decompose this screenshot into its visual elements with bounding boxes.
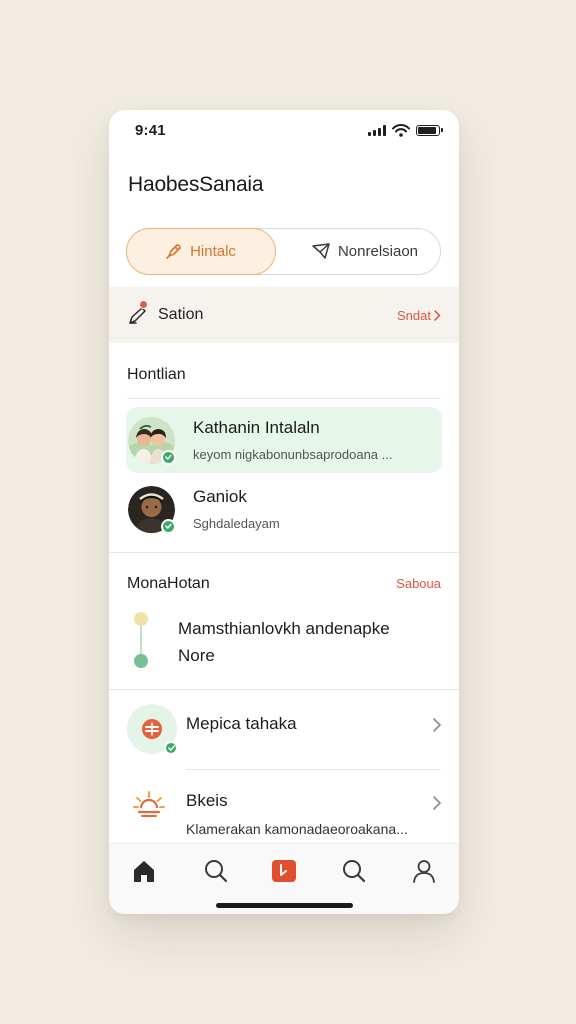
moments-link[interactable]: Saboua	[396, 576, 441, 591]
online-check-icon	[161, 449, 176, 465]
pen-icon[interactable]	[127, 300, 149, 326]
section-bar-title: Sation	[158, 306, 204, 323]
sun-icon	[131, 788, 167, 824]
app-title: HaobesSanaia	[128, 173, 264, 196]
online-check-icon	[161, 518, 176, 534]
chevron-right-icon	[433, 717, 442, 737]
signal-icon	[368, 124, 386, 136]
nav-home[interactable]	[128, 856, 160, 886]
contact-item[interactable]: Kathanin Intalaln keyom nigkabonunbsapro…	[126, 407, 442, 473]
divider	[109, 552, 459, 553]
section-bar-link[interactable]: Sndat	[397, 308, 441, 323]
list-item-title: Mepica tahaka	[186, 714, 297, 733]
contact-name: Kathanin Intalaln	[193, 418, 320, 437]
list-item-title: Bkeis	[186, 791, 228, 810]
home-indicator	[216, 903, 353, 908]
person-icon	[413, 860, 435, 883]
timeline-indicator	[134, 612, 148, 668]
segment-label-primary: Hintalc	[190, 242, 236, 260]
avatar	[128, 485, 176, 534]
tab-segment-primary[interactable]: Hintalc	[125, 227, 276, 275]
chevron-right-icon	[434, 309, 441, 321]
search-icon	[343, 860, 366, 883]
timeline-text: Mamsthianlovkh andenapke Nore	[178, 619, 390, 665]
list-item[interactable]: Bkeis Klamerakan kamonadaeoroakana...	[109, 786, 459, 846]
online-check-icon	[164, 741, 178, 755]
status-icons	[368, 123, 443, 137]
status-time: 9:41	[135, 121, 166, 139]
section-bar: Sation Sndat	[109, 287, 459, 343]
contact-text: Kathanin Intalaln keyom nigkabonunbsapro…	[193, 418, 392, 462]
divider	[109, 689, 459, 690]
nav-profile[interactable]	[408, 856, 440, 886]
tab-segment-secondary[interactable]: Nonrelsiaon	[287, 228, 442, 275]
segmented-control: Hintalc Nonrelsiaon	[125, 227, 442, 275]
battery-icon	[416, 124, 443, 136]
rocket-icon	[166, 244, 181, 259]
list-item-subtitle: Klamerakan kamonadaeoroakana...	[186, 821, 408, 837]
section-bar-link-label: Sndat	[397, 307, 431, 323]
avatar	[128, 416, 176, 465]
bottom-nav	[109, 843, 459, 914]
contact-name: Ganiok	[193, 487, 247, 506]
badge-icon	[127, 704, 178, 755]
nav-compose[interactable]	[268, 856, 300, 886]
phone-screen: 9:41 HaobesSanaia Hintalc Nonrelsiaon Sa…	[109, 110, 459, 914]
search-icon	[205, 860, 228, 883]
contact-subtitle: keyom nigkabonunbsaprodoana ...	[193, 447, 393, 462]
paper-plane-icon	[312, 243, 330, 259]
contact-item[interactable]: Ganiok Sghdaledayam	[126, 476, 442, 542]
list-item[interactable]: Mepica tahaka	[109, 704, 459, 760]
home-icon	[134, 861, 154, 882]
contacts-heading: Hontlian	[127, 366, 186, 383]
contact-text: Ganiok Sghdaledayam	[193, 487, 280, 531]
moments-heading: MonaHotan	[127, 575, 210, 592]
divider	[127, 398, 441, 399]
divider	[186, 769, 441, 770]
contact-subtitle: Sghdaledayam	[193, 516, 280, 531]
chevron-right-icon	[433, 795, 442, 815]
nav-search[interactable]	[200, 856, 232, 886]
nav-explore[interactable]	[338, 856, 370, 886]
notification-dot	[139, 300, 148, 309]
status-bar: 9:41	[109, 110, 459, 150]
wifi-icon	[392, 123, 410, 137]
flag-icon	[272, 860, 296, 882]
segment-label-secondary: Nonrelsiaon	[337, 242, 419, 260]
